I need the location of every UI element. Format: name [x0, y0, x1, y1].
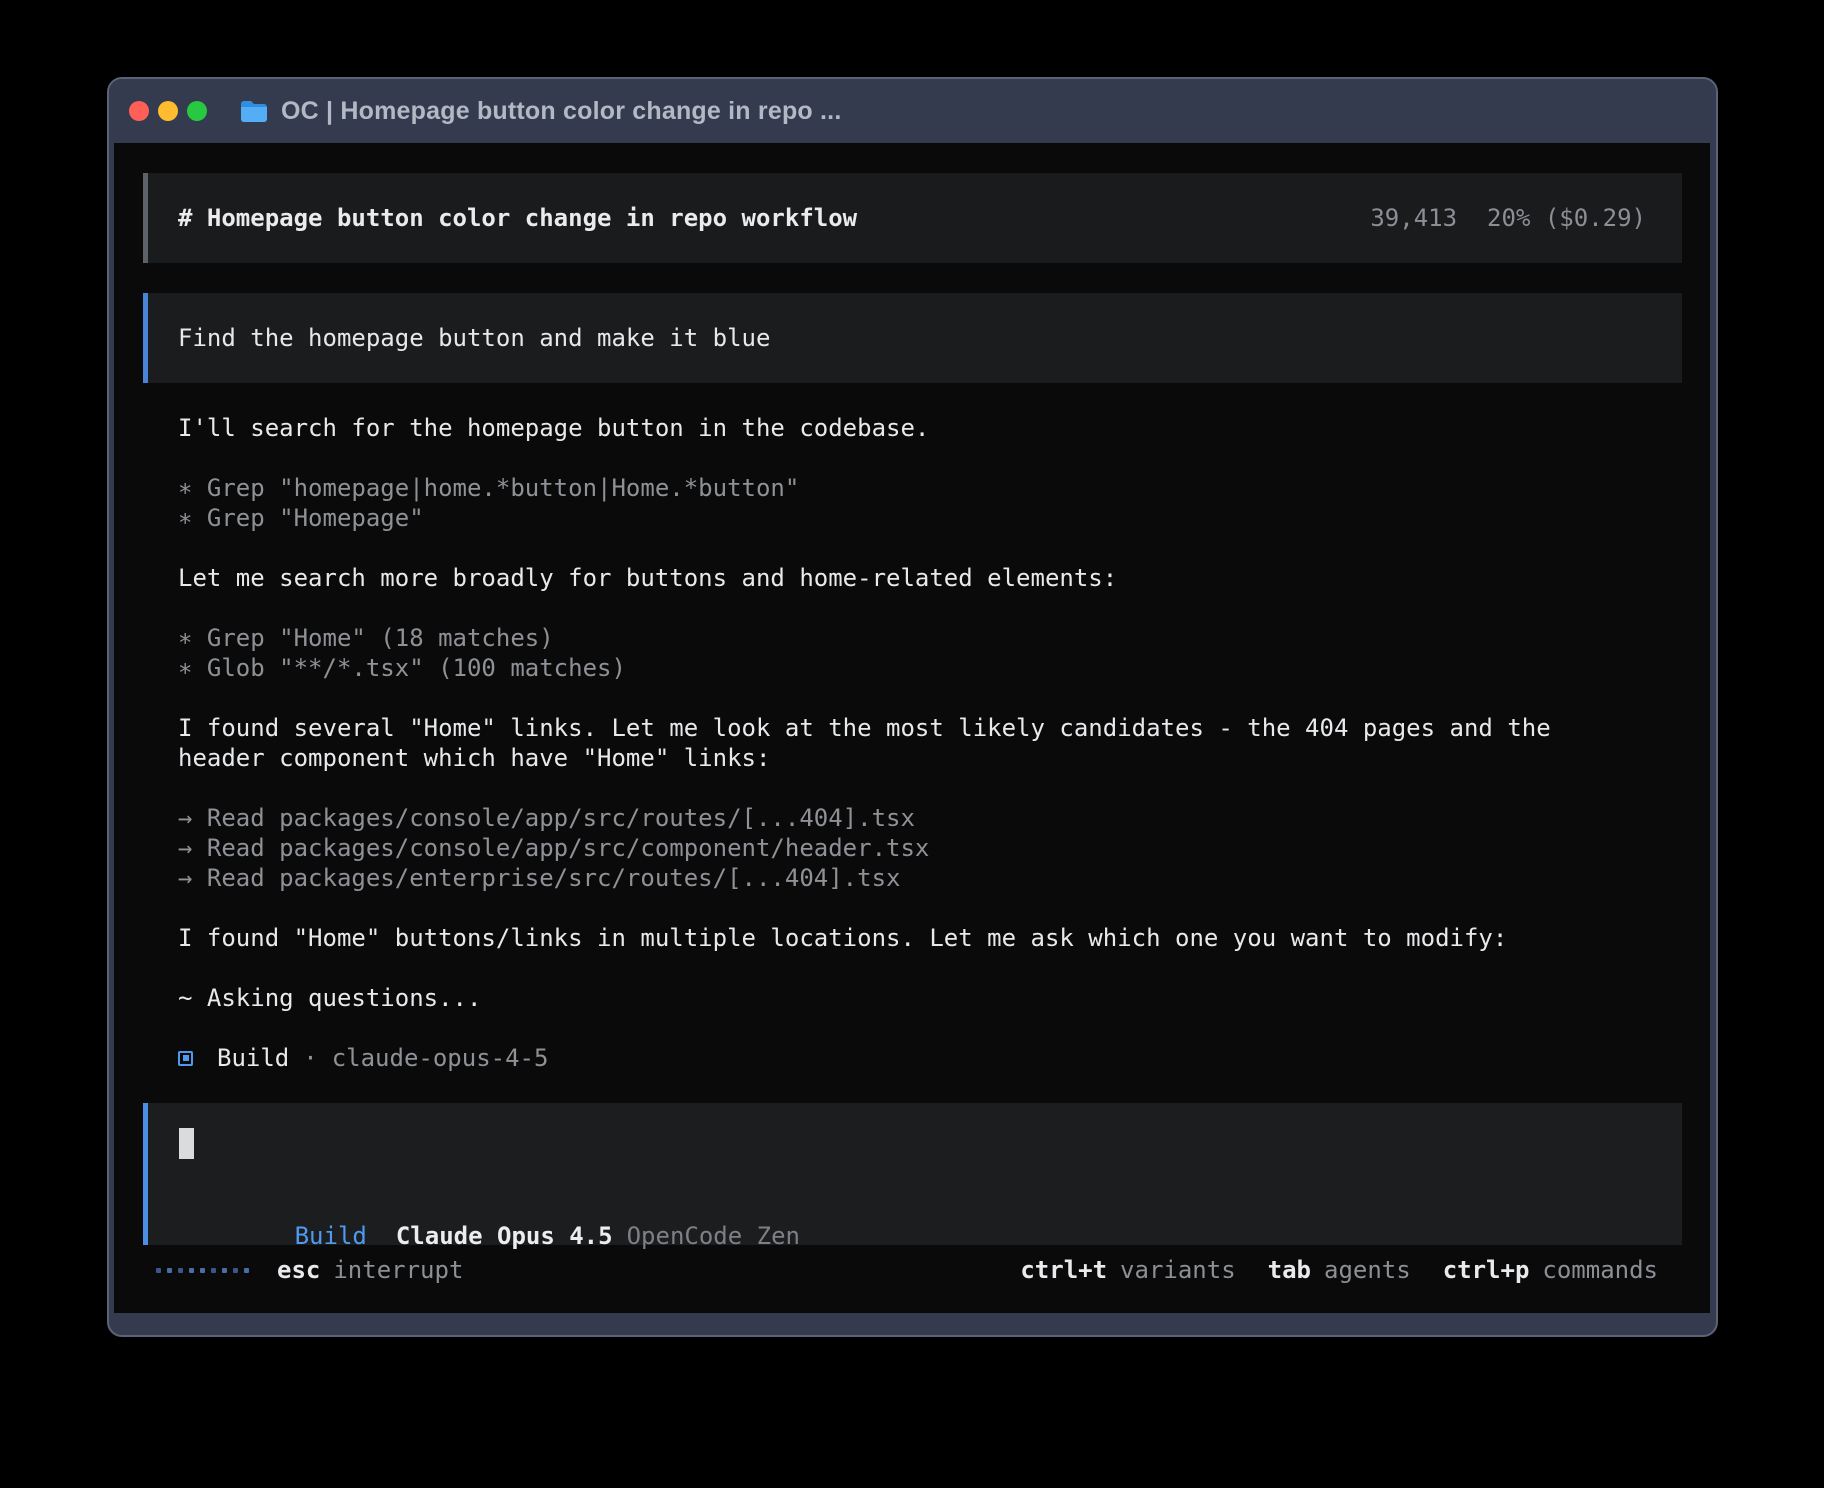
- tool-call-line: ∗ Glob "**/*.tsx" (100 matches): [178, 653, 1710, 683]
- session-title: # Homepage button color change in repo w…: [178, 204, 1370, 232]
- shortcut-commands: ctrl+p commands: [1443, 1256, 1658, 1284]
- user-message: Find the homepage button and make it blu…: [143, 293, 1682, 383]
- shortcut-key: ctrl+t: [1020, 1256, 1107, 1284]
- agent-status-line: Build · claude-opus-4-5: [178, 1043, 1710, 1073]
- tool-call-line: ∗ Grep "Home" (18 matches): [178, 623, 1710, 653]
- folder-icon: [240, 100, 268, 123]
- tool-call-group: → Read packages/console/app/src/routes/[…: [178, 803, 1710, 893]
- prompt-input[interactable]: BuildClaude Opus 4.5OpenCode Zen: [143, 1103, 1682, 1245]
- assistant-text-line: header component which have "Home" links…: [178, 743, 1710, 773]
- session-header: # Homepage button color change in repo w…: [143, 173, 1682, 263]
- shortcut-key: tab: [1268, 1256, 1311, 1284]
- terminal-window: OC | Homepage button color change in rep…: [107, 77, 1718, 1337]
- read-file-line: → Read packages/console/app/src/routes/[…: [178, 803, 1710, 833]
- input-provider-label: OpenCode Zen: [627, 1222, 800, 1250]
- tool-call-group: ∗ Grep "Home" (18 matches) ∗ Glob "**/*.…: [178, 623, 1710, 683]
- assistant-paragraph: I found "Home" buttons/links in multiple…: [178, 923, 1710, 953]
- token-count: 39,413: [1370, 204, 1457, 232]
- assistant-paragraph: I found several "Home" links. Let me loo…: [178, 713, 1710, 773]
- interrupt-label: interrupt: [333, 1256, 463, 1284]
- shortcut-label: agents: [1324, 1256, 1411, 1284]
- agent-name: Build: [217, 1044, 289, 1072]
- build-agent-icon: [178, 1051, 193, 1066]
- tool-call-line: ∗ Grep "Homepage": [178, 503, 1710, 533]
- agent-separator: ·: [303, 1044, 317, 1072]
- tool-call-group: ∗ Grep "homepage|home.*button|Home.*butt…: [178, 473, 1710, 533]
- assistant-text-line: I found several "Home" links. Let me loo…: [178, 713, 1710, 743]
- status-bar: esc interrupt ctrl+t variants tab agents…: [156, 1255, 1658, 1285]
- window-title: OC | Homepage button color change in rep…: [281, 97, 841, 126]
- shortcut-label: variants: [1120, 1256, 1236, 1284]
- context-usage: 20% ($0.29): [1487, 204, 1646, 232]
- shortcut-agents: tab agents: [1268, 1256, 1411, 1284]
- input-meta-bar: BuildClaude Opus 4.5OpenCode Zen: [179, 1191, 800, 1221]
- input-model-label[interactable]: Claude Opus 4.5: [396, 1222, 613, 1250]
- read-file-line: → Read packages/enterprise/src/routes/[.…: [178, 863, 1710, 893]
- esc-key-hint: esc: [277, 1256, 320, 1284]
- read-file-line: → Read packages/console/app/src/componen…: [178, 833, 1710, 863]
- status-bar-right: ctrl+t variants tab agents ctrl+p comman…: [988, 1256, 1658, 1284]
- input-agent-label[interactable]: Build: [295, 1222, 367, 1250]
- assistant-paragraph: I'll search for the homepage button in t…: [178, 413, 1710, 443]
- close-button[interactable]: [129, 101, 149, 121]
- shortcut-variants: ctrl+t variants: [1020, 1256, 1235, 1284]
- terminal-content[interactable]: # Homepage button color change in repo w…: [114, 143, 1710, 1313]
- text-cursor: [179, 1128, 194, 1159]
- session-stats: 39,413 20% ($0.29): [1370, 204, 1646, 232]
- user-message-text: Find the homepage button and make it blu…: [178, 324, 770, 352]
- tool-call-line: ∗ Grep "homepage|home.*button|Home.*butt…: [178, 473, 1710, 503]
- agent-model: claude-opus-4-5: [332, 1044, 549, 1072]
- assistant-text-line: I found "Home" buttons/links in multiple…: [178, 923, 1710, 953]
- assistant-text-line: I'll search for the homepage button in t…: [178, 413, 1710, 443]
- window-titlebar[interactable]: OC | Homepage button color change in rep…: [109, 79, 1716, 143]
- assistant-text-line: Let me search more broadly for buttons a…: [178, 563, 1710, 593]
- status-text-line: ~ Asking questions...: [178, 983, 1710, 1013]
- assistant-paragraph: Let me search more broadly for buttons a…: [178, 563, 1710, 593]
- shortcut-label: commands: [1542, 1256, 1658, 1284]
- zoom-button[interactable]: [187, 101, 207, 121]
- shortcut-key: ctrl+p: [1443, 1256, 1530, 1284]
- status-paragraph: ~ Asking questions...: [178, 983, 1710, 1013]
- minimize-button[interactable]: [158, 101, 178, 121]
